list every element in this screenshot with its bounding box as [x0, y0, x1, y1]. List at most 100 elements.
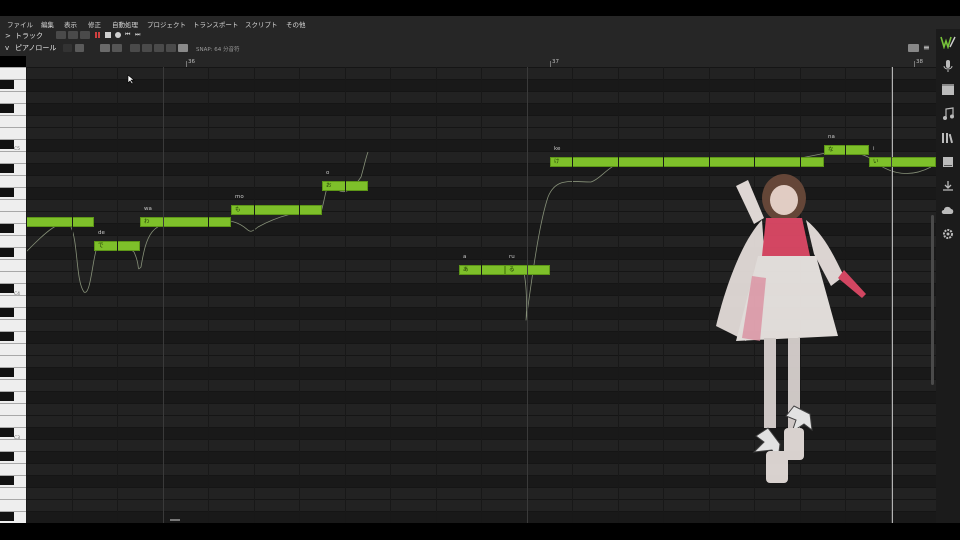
grid-beat-line [163, 67, 164, 523]
right-sidebar [936, 29, 960, 523]
menu-script[interactable]: スクリプト [245, 19, 278, 29]
pause-icon[interactable] [95, 32, 97, 38]
piano-white-key-divider [0, 187, 26, 188]
grid-beat-line [345, 67, 346, 523]
select-tool-button[interactable] [63, 44, 72, 52]
menu-modify[interactable]: 修正 [88, 19, 101, 29]
note-phoneme: de [98, 230, 105, 236]
note[interactable]: na な [824, 134, 869, 155]
piano-black-key[interactable] [0, 512, 14, 521]
piano-white-key-divider [0, 283, 26, 284]
piano-view-button[interactable] [178, 44, 188, 52]
menu-transport[interactable]: トランスポート [193, 19, 238, 29]
track-label: トラック [15, 32, 43, 40]
piano-black-key[interactable] [0, 140, 14, 149]
camera-icon[interactable] [908, 44, 919, 52]
hamburger-menu-icon[interactable]: ≡ [923, 44, 930, 52]
piano-black-key[interactable] [0, 80, 14, 89]
menu-automation[interactable]: 自動処理 [112, 19, 138, 29]
menu-file[interactable]: ファイル [7, 19, 33, 29]
note-phoneme: o [326, 170, 330, 176]
note[interactable]: wa わ [140, 206, 231, 227]
piano-black-key[interactable] [0, 476, 14, 485]
piano-black-key[interactable] [0, 308, 14, 317]
menu-other[interactable]: その他 [286, 19, 306, 29]
grid-beat-line [299, 67, 300, 523]
note-phoneme: ke [554, 146, 561, 152]
film-icon[interactable] [940, 83, 956, 97]
piano-black-key[interactable] [0, 392, 14, 401]
piano-white-key-divider [0, 91, 26, 92]
record-icon[interactable] [115, 32, 121, 38]
ai-tool-button[interactable] [166, 44, 176, 52]
note-phoneme: a [463, 254, 467, 260]
piano-white-key-divider [0, 367, 26, 368]
volume-tool-button[interactable] [154, 44, 164, 52]
skip-back-icon[interactable]: ⏮ [125, 31, 130, 39]
note-lyric: け [554, 159, 560, 165]
track-toggle[interactable]: > トラック [5, 31, 43, 41]
piano-white-key-divider [0, 439, 26, 440]
piano-black-key[interactable] [0, 164, 14, 173]
window-bottom-strip [0, 523, 960, 540]
menu-edit[interactable]: 編集 [41, 19, 54, 29]
piano-white-key-divider [0, 319, 26, 320]
vertical-scrollbar[interactable] [931, 215, 934, 385]
track-panel-header: > トラック ⏮ ⏭ [0, 29, 936, 41]
pitch-tool-button[interactable] [100, 44, 110, 52]
export-icon[interactable] [940, 179, 956, 193]
menu-project[interactable]: プロジェクト [147, 19, 186, 29]
add-track-button[interactable] [56, 31, 66, 39]
timeline-ruler[interactable]: 36 37 38 [26, 56, 936, 67]
wave-tool-button[interactable] [142, 44, 152, 52]
mic-icon[interactable] [940, 59, 956, 73]
book-icon[interactable] [940, 155, 956, 169]
character-illustration [716, 174, 866, 483]
note-lyric: な [828, 147, 834, 153]
snap-setting[interactable]: SNAP: 64 分音符 [196, 45, 240, 53]
metronome-button[interactable] [80, 31, 90, 39]
piano-white-key-divider [0, 247, 26, 248]
music-note-icon[interactable] [940, 107, 956, 121]
piano-black-key[interactable] [0, 452, 14, 461]
piano-black-key[interactable] [0, 248, 14, 257]
chevron-down-icon: v [5, 44, 10, 52]
piano-black-key[interactable] [0, 428, 14, 437]
piano-black-key[interactable] [0, 104, 14, 113]
note-phoneme: wa [144, 206, 152, 212]
piano-white-key-divider [0, 79, 26, 80]
note[interactable]: aあ [459, 254, 505, 275]
menu-bar: ファイル 編集 表示 修正 自動処理 プロジェクト トランスポート スクリプト … [0, 16, 960, 29]
stop-icon[interactable] [105, 32, 111, 38]
cloud-icon[interactable] [940, 203, 956, 217]
note-lyric: お [326, 183, 332, 189]
vibrato-tool-button[interactable] [112, 44, 122, 52]
grid-beat-line [618, 67, 619, 523]
note[interactable]: iい [869, 146, 936, 167]
piano-black-key[interactable] [0, 368, 14, 377]
piano-black-key[interactable] [0, 224, 14, 233]
note-phoneme: i [873, 146, 875, 152]
pianoroll-toggle[interactable]: v ピアノロール [5, 43, 56, 53]
loop-button[interactable] [68, 31, 78, 39]
piano-white-key-divider [0, 355, 26, 356]
piano-white-key-divider [0, 211, 26, 212]
gear-icon[interactable] [940, 227, 956, 241]
menu-view[interactable]: 表示 [64, 19, 77, 29]
piano-white-key-divider [0, 115, 26, 116]
piano-keyboard[interactable]: C5 C4 C3 [0, 67, 26, 523]
horizontal-scrollbar[interactable] [170, 519, 180, 521]
library-icon[interactable] [940, 131, 956, 145]
pencil-tool-button[interactable] [75, 44, 84, 52]
piano-white-key-divider [0, 235, 26, 236]
piano-black-key[interactable] [0, 332, 14, 341]
note[interactable] [26, 217, 94, 227]
curve-tool-button[interactable] [130, 44, 140, 52]
skip-forward-icon[interactable]: ⏭ [135, 31, 140, 39]
piano-black-key[interactable] [0, 188, 14, 197]
piano-white-key-divider [0, 103, 26, 104]
piano-black-key[interactable] [0, 284, 14, 293]
note-lyric: あ [463, 267, 469, 273]
playhead-line[interactable] [892, 67, 893, 523]
note[interactable]: mo も [231, 194, 322, 215]
